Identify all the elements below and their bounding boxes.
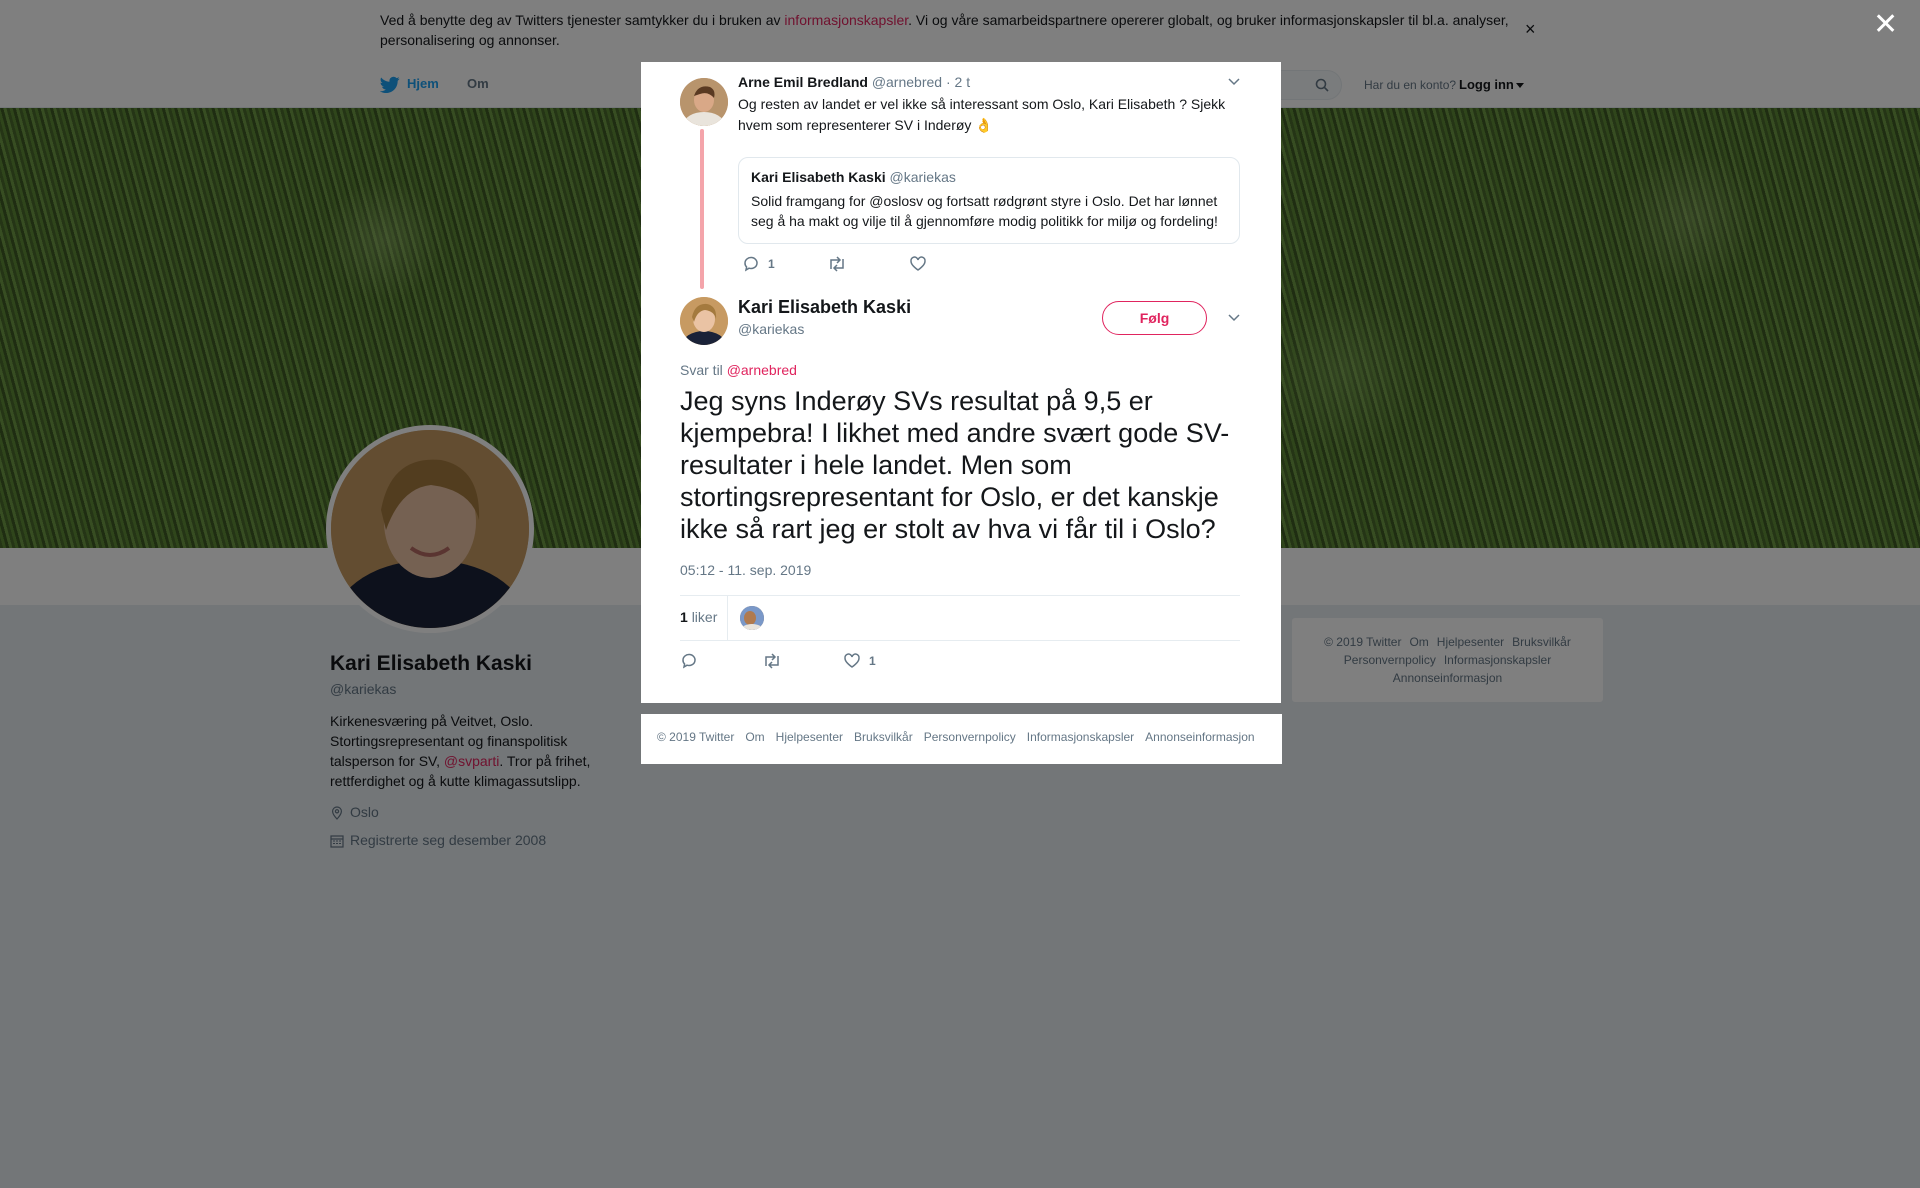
retweet-icon	[830, 256, 844, 272]
tweet-stats: 1 liker	[680, 595, 1240, 641]
like-count: 1	[869, 654, 876, 668]
footer-link[interactable]: Om	[745, 730, 764, 744]
parent-tweet-header: Arne Emil Bredland @arnebred · 2 t	[738, 74, 970, 90]
stats-divider	[727, 596, 728, 641]
quoted-tweet[interactable]: Kari Elisabeth Kaski @kariekas Solid fra…	[738, 157, 1240, 244]
tweet-permalink-modal: Arne Emil Bredland @arnebred · 2 t Og re…	[641, 62, 1281, 703]
parent-tweet-time[interactable]: · 2 t	[946, 74, 970, 90]
reply-button[interactable]: 1	[742, 255, 775, 273]
main-tweet-avatar[interactable]	[680, 297, 728, 345]
reply-icon	[682, 653, 696, 669]
footer-link[interactable]: Personvernpolicy	[924, 730, 1016, 744]
quoted-author-name: Kari Elisabeth Kaski	[751, 169, 886, 185]
heart-icon	[844, 653, 860, 668]
main-author-name[interactable]: Kari Elisabeth Kaski	[738, 297, 911, 318]
follow-button[interactable]: Følg	[1102, 301, 1207, 335]
main-tweet-text: Jeg syns Inderøy SVs resultat på 9,5 er …	[680, 386, 1230, 544]
parent-author-name[interactable]: Arne Emil Bredland	[738, 74, 868, 90]
replying-to: Svar til @arnebred	[680, 362, 797, 378]
heart-icon	[910, 256, 926, 271]
thread-connector	[700, 129, 704, 289]
like-button[interactable]: 1	[843, 652, 876, 670]
parent-author-handle[interactable]: @arnebred	[872, 74, 942, 90]
close-modal-button[interactable]: ✕	[1873, 10, 1898, 40]
parent-tweet-avatar[interactable]	[680, 78, 728, 126]
retweet-button[interactable]	[827, 255, 847, 273]
footer-link[interactable]: Annonseinformasjon	[1145, 730, 1254, 744]
like-button[interactable]	[909, 255, 927, 273]
footer-link[interactable]: Bruksvilkår	[854, 730, 913, 744]
retweet-icon	[765, 653, 779, 669]
footer-link[interactable]: © 2019 Twitter	[657, 730, 734, 744]
retweet-button[interactable]	[762, 652, 782, 670]
chevron-down-icon[interactable]	[1227, 76, 1241, 86]
chevron-down-icon[interactable]	[1227, 312, 1241, 322]
footer-link[interactable]: Informasjonskapsler	[1027, 730, 1134, 744]
main-author-handle[interactable]: @kariekas	[738, 321, 804, 337]
quoted-tweet-text: Solid framgang for @oslosv og fortsatt r…	[751, 193, 1218, 229]
reply-to-mention-link[interactable]: @arnebred	[727, 362, 797, 378]
reply-button[interactable]	[680, 652, 698, 670]
main-tweet-timestamp[interactable]: 05:12 - 11. sep. 2019	[680, 562, 811, 578]
reply-count: 1	[768, 257, 775, 271]
footer-link[interactable]: Hjelpesenter	[776, 730, 843, 744]
quoted-author-handle: @kariekas	[889, 169, 956, 185]
modal-footer: © 2019 Twitter Om Hjelpesenter Bruksvilkår P…	[641, 714, 1282, 764]
reply-icon	[744, 256, 758, 272]
likes-count[interactable]: 1 liker	[680, 609, 717, 625]
liker-avatar[interactable]	[740, 606, 764, 630]
parent-tweet-text: Og resten av landet er vel ikke så inter…	[738, 96, 1226, 133]
